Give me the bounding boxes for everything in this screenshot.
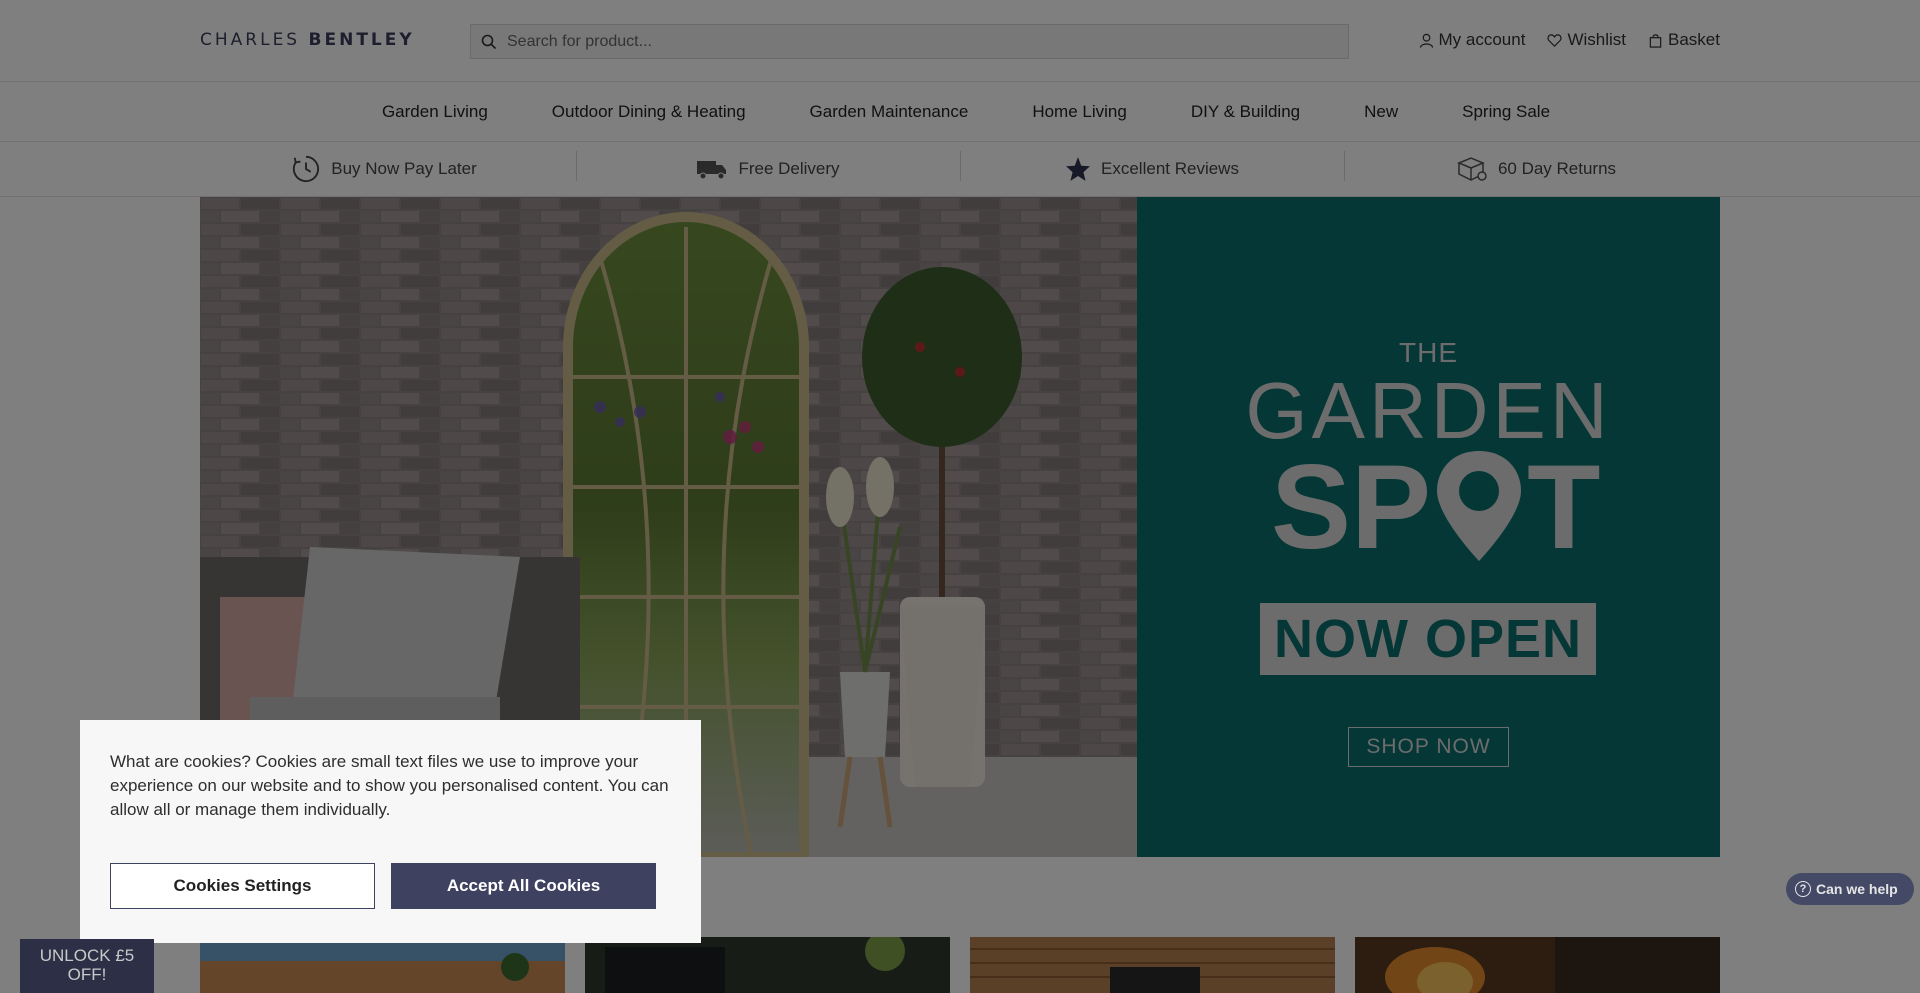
accept-all-cookies-button[interactable]: Accept All Cookies	[391, 863, 656, 909]
unlock-discount-tab[interactable]: UNLOCK £5 OFF!	[20, 939, 154, 993]
cookie-banner: What are cookies? Cookies are small text…	[80, 720, 701, 943]
cookie-text: What are cookies? Cookies are small text…	[110, 752, 669, 819]
help-chat-button[interactable]: ? Can we help	[1786, 873, 1914, 905]
cookies-settings-button[interactable]: Cookies Settings	[110, 863, 375, 909]
question-icon: ?	[1795, 881, 1811, 897]
help-label: Can we help	[1816, 881, 1898, 897]
unlock-line-1: UNLOCK £5	[39, 946, 135, 965]
cookie-buttons: Cookies Settings Accept All Cookies	[110, 863, 656, 909]
unlock-line-2: OFF!	[67, 965, 107, 984]
